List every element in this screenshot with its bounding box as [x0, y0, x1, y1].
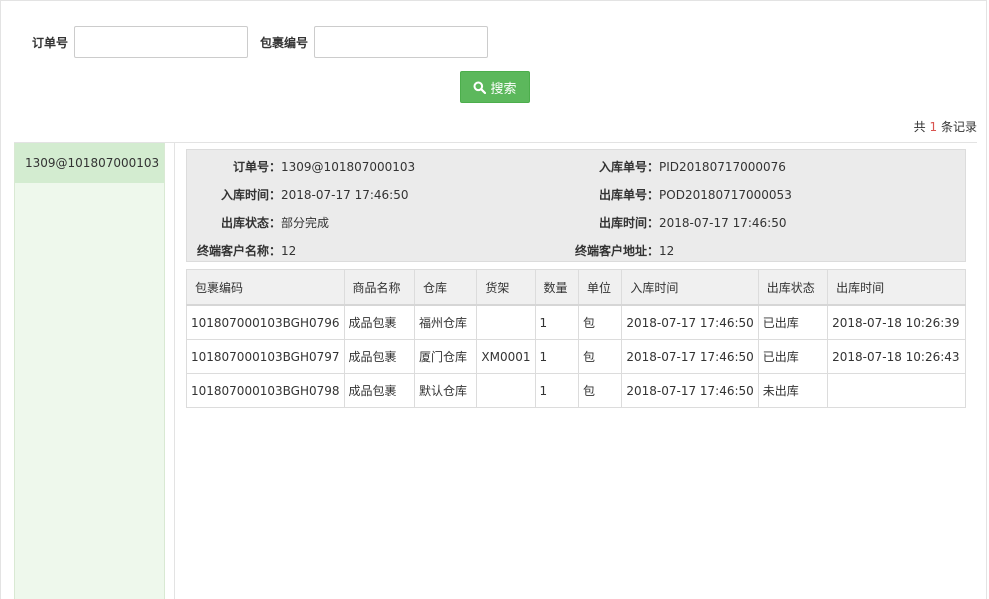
outbound-number-value: POD20180717000053 — [659, 188, 792, 202]
table-cell: 包 — [577, 373, 623, 408]
customer-address-row: 终端客户地址：12 — [575, 242, 674, 259]
order-sidebar: 1309@101807000103 — [14, 143, 165, 599]
search-button[interactable]: 搜索 — [460, 71, 530, 103]
order-number-value: 1309@101807000103 — [281, 160, 416, 174]
column-header: 货架 — [476, 269, 536, 306]
outbound-status-key: 出库状态： — [221, 216, 282, 230]
outbound-time-row: 出库时间：2018-07-17 17:46:50 — [599, 214, 786, 231]
table-row: 101807000103BGH0798 成品包裹 默认仓库 1 包 2018-0… — [186, 373, 966, 408]
column-header: 商品名称 — [343, 269, 415, 306]
sidebar-item-order[interactable]: 1309@101807000103 — [15, 143, 164, 183]
parcel-number-input[interactable] — [314, 26, 489, 58]
table-cell: 厦门仓库 — [413, 339, 478, 374]
record-count-suffix: 条记录 — [940, 120, 977, 134]
search-form: 订单号 包裹编号 — [32, 25, 489, 59]
order-number-key: 订单号： — [233, 160, 282, 174]
table-cell: 101807000103BGH0796 — [186, 304, 345, 340]
search-button-label: 搜索 — [490, 81, 517, 97]
table-cell: 成品包裹 — [343, 373, 415, 408]
table-cell — [476, 304, 536, 340]
outbound-status-row: 出库状态：部分完成 — [221, 214, 329, 231]
inbound-number-row: 入库单号：PID20180717000076 — [599, 158, 786, 175]
table-row: 101807000103BGH0796 成品包裹 福州仓库 1 包 2018-0… — [186, 304, 966, 340]
table-cell: 101807000103BGH0798 — [186, 373, 345, 408]
outbound-number-key: 出库单号： — [599, 188, 660, 202]
table-cell: 2018-07-18 10:26:39 — [827, 304, 966, 340]
table-cell: 1 — [534, 339, 579, 374]
column-header: 出库时间 — [827, 269, 966, 306]
table-cell — [476, 373, 536, 408]
customer-address-value: 12 — [659, 244, 675, 258]
table-cell: 未出库 — [757, 373, 829, 408]
record-count: 共 1 条记录 — [914, 118, 977, 135]
table-cell: 默认仓库 — [413, 373, 478, 408]
table-cell: 2018-07-18 10:26:43 — [827, 339, 966, 374]
order-number-input[interactable] — [74, 26, 249, 58]
table-cell: 包 — [577, 339, 623, 374]
column-header: 单位 — [577, 269, 623, 306]
parcel-number-label: 包裹编号 — [260, 35, 309, 50]
inbound-time-key: 入库时间： — [221, 188, 282, 202]
customer-name-value: 12 — [281, 244, 297, 258]
table-row: 101807000103BGH0797 成品包裹 厦门仓库 XM0001 1 包… — [186, 339, 966, 374]
inbound-number-value: PID20180717000076 — [659, 160, 786, 174]
panel-separator — [174, 143, 175, 599]
order-number-label: 订单号 — [32, 35, 69, 50]
inbound-time-row: 入库时间：2018-07-17 17:46:50 — [221, 186, 408, 203]
table-cell: 成品包裹 — [343, 304, 415, 340]
column-header: 仓库 — [413, 269, 478, 306]
column-header: 包裹编码 — [186, 269, 345, 306]
outbound-time-value: 2018-07-17 17:46:50 — [659, 216, 787, 230]
column-header: 数量 — [534, 269, 579, 306]
outbound-status-value: 部分完成 — [281, 216, 330, 230]
customer-address-key: 终端客户地址： — [575, 244, 660, 258]
parcel-table: 包裹编码 商品名称 仓库 货架 数量 单位 入库时间 出库状态 出库时间 101… — [186, 269, 966, 408]
table-cell: 福州仓库 — [413, 304, 478, 340]
table-cell: 1 — [534, 373, 579, 408]
table-cell: 成品包裹 — [343, 339, 415, 374]
order-info-panel: 订单号：1309@101807000103 入库单号：PID2018071700… — [186, 149, 966, 262]
table-header-row: 包裹编码 商品名称 仓库 货架 数量 单位 入库时间 出库状态 出库时间 — [186, 269, 966, 306]
customer-name-key: 终端客户名称： — [197, 244, 282, 258]
order-number-row: 订单号：1309@101807000103 — [233, 158, 415, 175]
outbound-time-key: 出库时间： — [599, 216, 660, 230]
outbound-number-row: 出库单号：POD20180717000053 — [599, 186, 792, 203]
table-cell: 101807000103BGH0797 — [186, 339, 345, 374]
table-cell: 2018-07-17 17:46:50 — [621, 304, 759, 340]
table-cell: XM0001 — [476, 339, 536, 374]
table-cell: 2018-07-17 17:46:50 — [621, 373, 759, 408]
table-cell — [827, 373, 966, 408]
table-cell: 1 — [534, 304, 579, 340]
column-header: 出库状态 — [757, 269, 829, 306]
inbound-time-value: 2018-07-17 17:46:50 — [281, 188, 409, 202]
inbound-number-key: 入库单号： — [599, 160, 660, 174]
table-cell: 包 — [577, 304, 623, 340]
record-count-prefix: 共 — [913, 120, 926, 134]
search-icon — [473, 81, 487, 94]
record-count-number: 1 — [929, 120, 938, 134]
table-cell: 已出库 — [757, 304, 829, 340]
table-cell: 已出库 — [757, 339, 829, 374]
customer-name-row: 终端客户名称：12 — [197, 242, 296, 259]
column-header: 入库时间 — [621, 269, 759, 306]
table-cell: 2018-07-17 17:46:50 — [621, 339, 759, 374]
